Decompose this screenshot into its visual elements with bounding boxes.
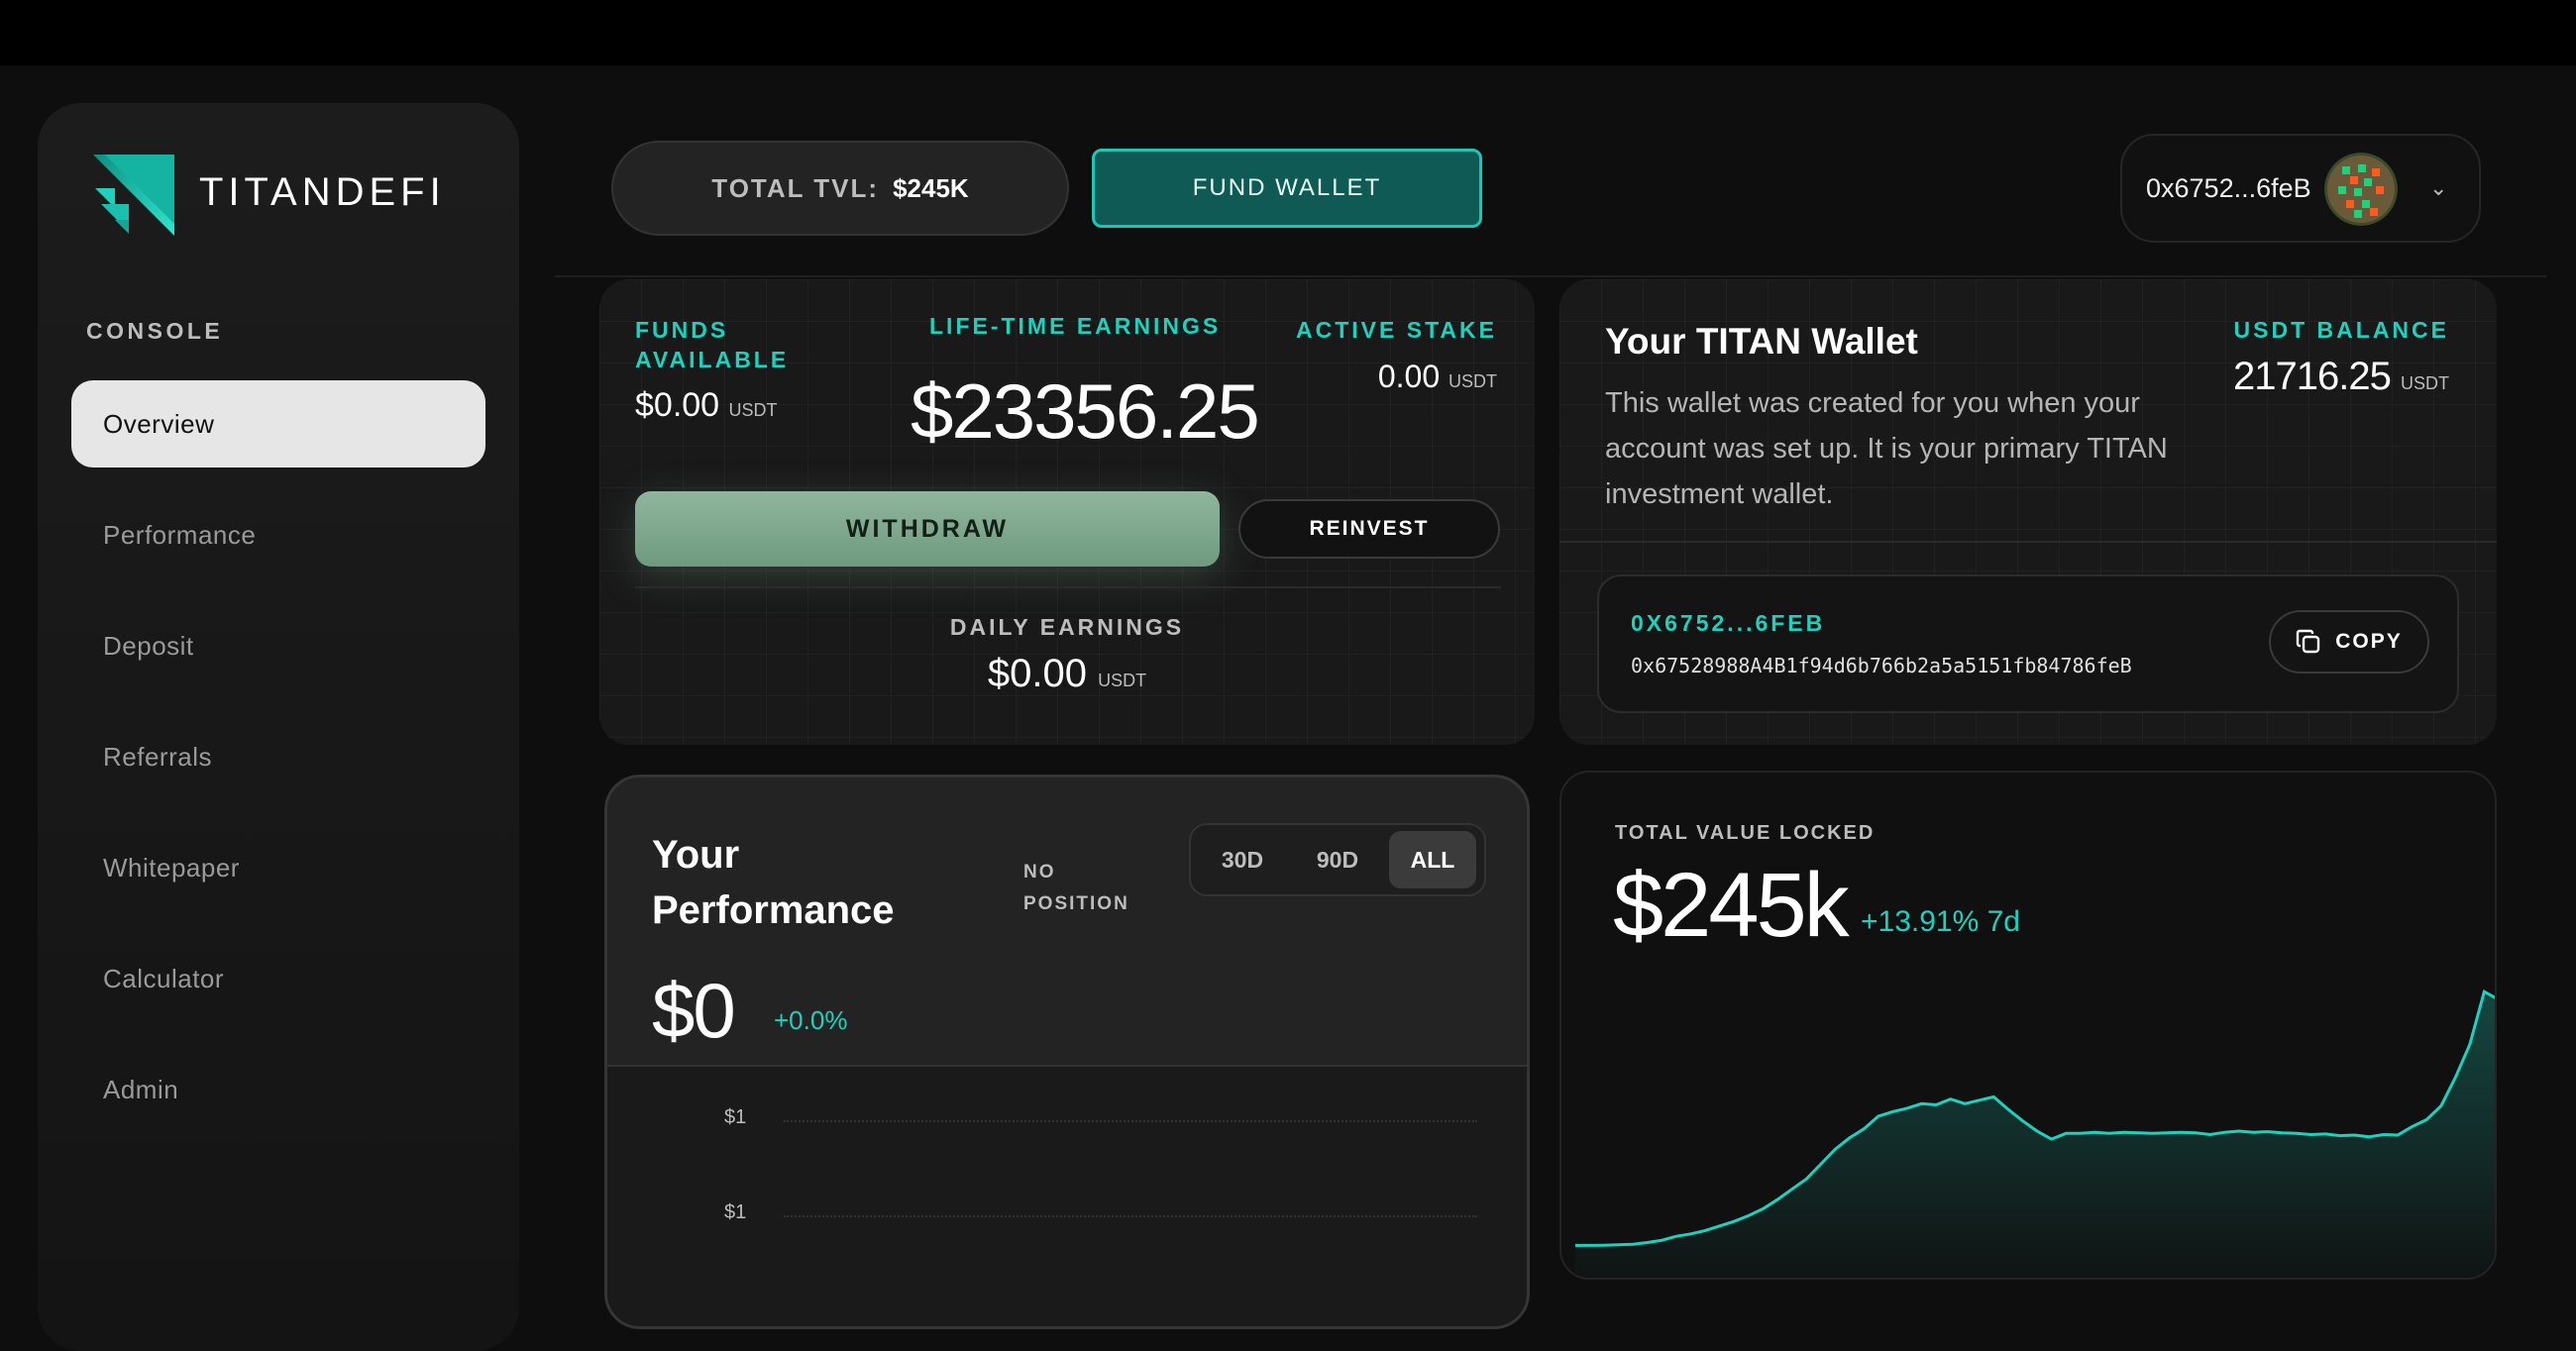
brand-name: TITANDEFI	[199, 170, 446, 214]
performance-value: $0	[652, 967, 736, 1054]
lifetime-earnings-value: $23356.25	[911, 367, 1260, 455]
daily-earnings-value: $0.00 USDT	[987, 652, 1147, 695]
titan-wallet-card: Your TITAN Wallet This wallet was create…	[1559, 279, 2497, 745]
usdt-balance-label: USDT BALANCE	[2233, 317, 2449, 343]
copy-button[interactable]: COPY	[2269, 610, 2429, 674]
funds-available-value: $0.00 USDT	[635, 386, 778, 424]
y-tick-label: $1	[724, 1201, 747, 1223]
top-black-bar	[0, 0, 2576, 65]
header-divider	[555, 275, 2546, 277]
copy-button-label: COPY	[2335, 630, 2403, 653]
total-value-locked-card: TOTAL VALUE LOCKED $245k +13.91% 7d	[1559, 771, 2497, 1280]
console-section-label: CONSOLE	[86, 318, 224, 344]
gridline	[784, 1120, 1477, 1122]
daily-earnings-label: DAILY EARNINGS	[949, 614, 1185, 640]
sidebar-item-deposit[interactable]: Deposit	[71, 602, 485, 689]
wallet-divider	[1559, 541, 2497, 543]
wallet-description: This wallet was created for you when you…	[1605, 387, 2168, 510]
wallet-title: Your TITAN Wallet	[1605, 321, 1918, 362]
total-tvl-value: $245K	[893, 172, 969, 203]
wallet-account-menu[interactable]: 0x6752...6feB ⌄	[2120, 134, 2481, 243]
lifetime-earnings-label: LIFE-TIME EARNINGS	[929, 313, 1222, 339]
sidebar-item-admin[interactable]: Admin	[71, 1046, 485, 1133]
total-tvl-label: TOTAL TVL:	[711, 172, 880, 203]
avatar	[2324, 153, 2398, 226]
sidebar-item-overview[interactable]: Overview	[71, 380, 485, 468]
gridline	[784, 1215, 1477, 1217]
reinvest-button[interactable]: REINVEST	[1238, 499, 1500, 559]
wallet-address-short-label: 0X6752...6FEB	[1631, 610, 1826, 636]
usdt-balance-value: 21716.25 USDT	[2233, 355, 2449, 398]
tvl-change: +13.91% 7d	[1861, 905, 2020, 938]
range-90d-button[interactable]: 90D	[1294, 831, 1381, 888]
tvl-area-chart	[1575, 988, 2495, 1278]
earnings-divider	[635, 586, 1501, 588]
sidebar-item-whitepaper[interactable]: Whitepaper	[71, 824, 485, 911]
range-30d-button[interactable]: 30D	[1199, 831, 1286, 888]
active-stake-value: 0.00 USDT	[1377, 359, 1497, 394]
y-tick-label: $1	[724, 1106, 747, 1128]
withdraw-button[interactable]: WITHDRAW	[635, 491, 1220, 567]
active-stake-label: ACTIVE STAKE	[1296, 317, 1497, 343]
fund-wallet-button[interactable]: FUND WALLET	[1092, 149, 1482, 228]
sidebar-item-referrals[interactable]: Referrals	[71, 713, 485, 800]
sidebar-item-performance[interactable]: Performance	[71, 491, 485, 578]
wallet-address-full[interactable]: 0x67528988A4B1f94d6b766b2a5a5151fb84786f…	[1631, 654, 2132, 677]
chevron-down-icon[interactable]: ⌄	[2429, 175, 2447, 201]
performance-title: Your Performance	[652, 833, 895, 932]
range-selector: 30D 90D ALL	[1189, 823, 1486, 896]
performance-card: Your Performance NO POSITION 30D 90D ALL…	[604, 775, 1530, 1329]
tvl-label: TOTAL VALUE LOCKED	[1615, 822, 1876, 844]
performance-plot: $1 $1	[607, 1065, 1527, 1326]
sidebar-item-calculator[interactable]: Calculator	[71, 935, 485, 1022]
performance-change: +0.0%	[774, 1005, 848, 1035]
wallet-address-short: 0x6752...6feB	[2146, 173, 2311, 203]
total-tvl-pill: TOTAL TVL: $245K	[611, 141, 1069, 236]
earnings-card: FUNDS AVAILABLE $0.00 USDT LIFE-TIME EAR…	[599, 279, 1535, 745]
tvl-value: $245k	[1613, 855, 1850, 956]
copy-icon	[2297, 629, 2320, 654]
funds-available-label: FUNDS AVAILABLE	[635, 317, 790, 372]
range-all-button[interactable]: ALL	[1389, 831, 1476, 888]
sidebar: TITANDEFI CONSOLE Overview Performance D…	[38, 103, 519, 1351]
wallet-address-box: 0X6752...6FEB 0x67528988A4B1f94d6b766b2a…	[1597, 574, 2459, 713]
position-status: NO POSITION	[1023, 862, 1129, 914]
